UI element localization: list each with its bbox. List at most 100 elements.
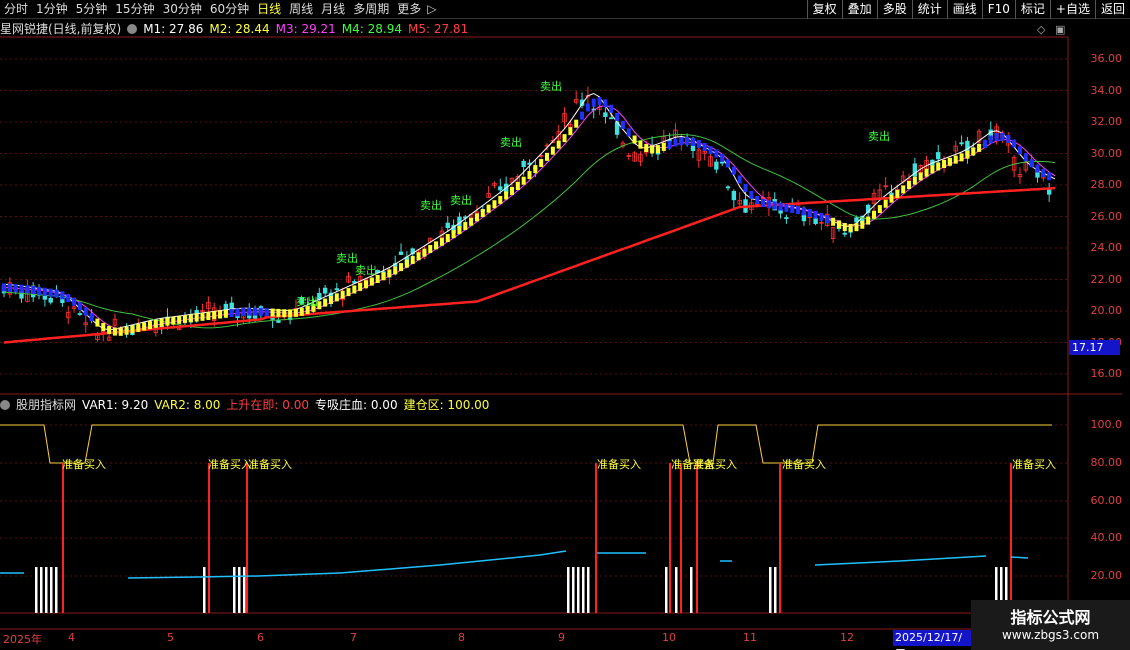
band-segment: [200, 312, 205, 321]
band-segment: [708, 146, 713, 155]
band-segment: [95, 318, 100, 327]
band-segment: [264, 308, 269, 317]
prepare-buy-label: 准备买入: [597, 458, 641, 471]
band-segment: [912, 176, 917, 185]
date-cursor: 2025/12/17/三: [893, 630, 973, 650]
candle-body: [842, 232, 847, 235]
band-segment: [930, 165, 935, 174]
candle-body: [603, 112, 608, 117]
band-segment: [1047, 172, 1052, 181]
prepare-buy-label: 准备买入: [208, 458, 252, 471]
band-segment: [153, 319, 158, 328]
band-segment: [25, 285, 30, 294]
band-segment: [404, 259, 409, 268]
watermark-title: 指标公式网: [1010, 608, 1091, 627]
band-segment: [550, 146, 555, 155]
var1-bar: [567, 567, 570, 613]
band-segment: [959, 153, 964, 162]
band-segment: [381, 272, 386, 281]
band-segment: [393, 266, 398, 275]
var1-bar: [582, 567, 585, 613]
band-segment: [136, 323, 141, 332]
band-segment: [7, 283, 12, 292]
band-segment: [918, 172, 923, 181]
band-segment: [947, 157, 952, 166]
var1-bar: [233, 567, 236, 613]
var1-bar: [203, 567, 206, 613]
band-segment: [258, 307, 263, 316]
band-segment: [731, 166, 736, 175]
band-segment: [714, 149, 719, 158]
band-segment: [545, 152, 550, 161]
band-segment: [77, 302, 82, 311]
band-segment: [340, 290, 345, 299]
candle-body: [521, 160, 526, 168]
right-panel-strip[interactable]: [1122, 19, 1130, 629]
band-segment: [387, 269, 392, 278]
band-segment: [247, 307, 252, 316]
band-segment: [831, 217, 836, 226]
band-segment: [124, 326, 129, 335]
band-segment: [603, 99, 608, 108]
sell-label: 卖出: [296, 295, 318, 308]
band-segment: [83, 307, 88, 316]
band-segment: [469, 217, 474, 226]
band-segment: [1035, 164, 1040, 173]
band-segment: [836, 220, 841, 229]
cyan-line-segment: [127, 576, 197, 579]
band-segment: [364, 280, 369, 289]
band-segment: [661, 142, 666, 151]
band-segment: [679, 137, 684, 146]
band-segment: [352, 285, 357, 294]
band-segment: [982, 139, 987, 148]
band-segment: [118, 327, 123, 336]
kline-chart[interactable]: [0, 0, 1130, 650]
band-segment: [206, 312, 211, 321]
date-tick: 12: [840, 631, 854, 644]
sub-tick: 80.00: [1090, 456, 1123, 469]
band-segment: [556, 140, 561, 149]
band-segment: [761, 199, 766, 208]
band-segment: [953, 155, 958, 164]
band-segment: [720, 153, 725, 162]
band-segment: [1012, 139, 1017, 148]
date-tick: 4: [68, 631, 75, 644]
band-segment: [877, 205, 882, 214]
band-segment: [819, 212, 824, 221]
cyan-line-segment: [1010, 556, 1029, 559]
band-segment: [183, 315, 188, 324]
date-tick: 5: [167, 631, 174, 644]
band-segment: [1041, 168, 1046, 177]
prepare-buy-label: 准备买入: [1012, 458, 1056, 471]
band-segment: [515, 181, 520, 190]
band-segment: [574, 119, 579, 128]
prepare-buy-label: 准备买入: [248, 458, 292, 471]
band-segment: [235, 308, 240, 317]
band-segment: [218, 310, 223, 319]
band-segment: [539, 158, 544, 167]
sell-label: 卖出: [868, 130, 890, 143]
band-segment: [901, 185, 906, 194]
band-segment: [212, 311, 217, 320]
band-segment: [130, 325, 135, 334]
band-segment: [147, 321, 152, 330]
band-segment: [498, 195, 503, 204]
var1-bar: [577, 567, 580, 613]
band-segment: [766, 200, 771, 209]
band-segment: [188, 314, 193, 323]
band-segment: [428, 245, 433, 254]
band-segment: [416, 252, 421, 261]
band-segment: [293, 308, 298, 317]
candle-body: [48, 297, 53, 303]
band-segment: [159, 318, 164, 327]
band-segment: [580, 111, 585, 120]
var1-bar: [243, 567, 246, 613]
band-segment: [1017, 146, 1022, 155]
band-segment: [509, 186, 514, 195]
sell-label: 卖出: [450, 194, 472, 207]
band-segment: [445, 234, 450, 243]
band-segment: [486, 204, 491, 213]
candle-body: [959, 142, 964, 145]
candle-body: [334, 288, 340, 291]
band-segment: [241, 307, 246, 316]
